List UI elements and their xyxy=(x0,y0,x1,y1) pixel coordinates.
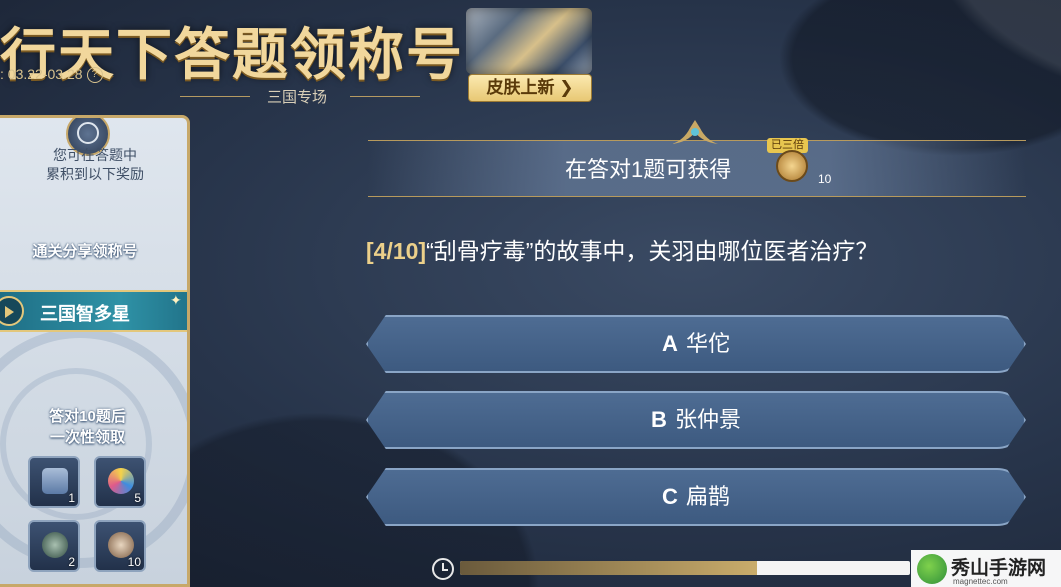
sparkle-icon: ✦ xyxy=(170,292,182,308)
gem-icon xyxy=(42,532,68,558)
reward-label: 答对10题后 一次性领取 xyxy=(0,406,175,448)
reward-label-line-2: 一次性领取 xyxy=(49,429,125,446)
intro-line-1: 您可在答题中 xyxy=(53,147,137,163)
reward-count: 10 xyxy=(127,555,141,569)
option-letter: C xyxy=(662,484,678,509)
skin-art-image xyxy=(466,8,592,74)
event-header: 行天下答题领称号 : 03.22-03.28? 三国专场 xyxy=(0,0,462,110)
reward-label-line-1: 答对10题后 xyxy=(49,408,126,425)
subtitle-text: 三国专场 xyxy=(266,89,327,106)
reward-item-badge[interactable]: 5 xyxy=(94,456,146,508)
option-c-button[interactable]: C 扁鹊 xyxy=(366,468,1026,526)
event-date-text: : 03.22-03.28 xyxy=(0,66,83,82)
divider xyxy=(350,96,420,97)
reward-bar-text: 在答对1题可获得 xyxy=(565,157,732,182)
reward-count: 5 xyxy=(134,491,141,505)
option-text: 华佗 xyxy=(685,331,730,356)
watermark-name: 秀山手游网 xyxy=(951,557,1047,579)
question-body: “刮骨疗毒”的故事中，关羽由哪位医者治疗？ xyxy=(426,238,879,264)
badge-5-icon xyxy=(108,468,134,494)
option-text: 张仲景 xyxy=(674,407,741,432)
title-name: 三国智多星 xyxy=(40,304,130,324)
arrow-icon xyxy=(0,296,24,326)
reward-item-chest[interactable]: 1 xyxy=(28,456,80,508)
coin-count: 10 xyxy=(818,172,832,186)
clock-icon xyxy=(432,558,454,580)
reward-item-bag[interactable]: 10 xyxy=(94,520,146,572)
watermark-url: magnettec.com xyxy=(953,577,1008,586)
watermark: 秀山手游网 magnettec.com xyxy=(911,550,1061,587)
skin-promo[interactable]: 皮肤上新 ❯ xyxy=(466,8,592,102)
option-letter: B xyxy=(651,407,667,432)
reward-item-gem[interactable]: 2 xyxy=(28,520,80,572)
option-letter: A xyxy=(662,331,678,356)
timer-fill xyxy=(460,561,757,575)
option-b-button[interactable]: B 张仲景 xyxy=(366,391,1026,449)
option-a-button[interactable]: A 华佗 xyxy=(366,315,1026,373)
share-label: 通关分享领称号 xyxy=(32,243,138,260)
rewards-panel: 您可在答题中 累积到以下奖励 通关分享领称号 三国智多星 ✦ 答对10题后 一次… xyxy=(0,115,190,587)
question-text: [4/10]“刮骨疗毒”的故事中，关羽由哪位医者治疗？ xyxy=(366,232,1046,266)
reward-count: 1 xyxy=(68,491,75,505)
intro-line-2: 累积到以下奖励 xyxy=(46,166,144,182)
subtitle: 三国专场 xyxy=(180,86,420,106)
timer-bar xyxy=(460,561,910,575)
chest-icon xyxy=(42,468,68,494)
question-number: [4/10] xyxy=(366,238,427,264)
title-banner[interactable]: 三国智多星 ✦ xyxy=(0,290,187,332)
coin-icon xyxy=(776,150,808,182)
skin-new-button[interactable]: 皮肤上新 ❯ xyxy=(468,74,592,102)
reward-count: 2 xyxy=(68,555,75,569)
event-date: : 03.22-03.28? xyxy=(0,66,103,84)
option-text: 扁鹊 xyxy=(685,484,730,509)
help-icon[interactable]: ? xyxy=(86,67,103,84)
crest-icon xyxy=(672,120,718,144)
watermark-logo-icon xyxy=(917,554,947,584)
